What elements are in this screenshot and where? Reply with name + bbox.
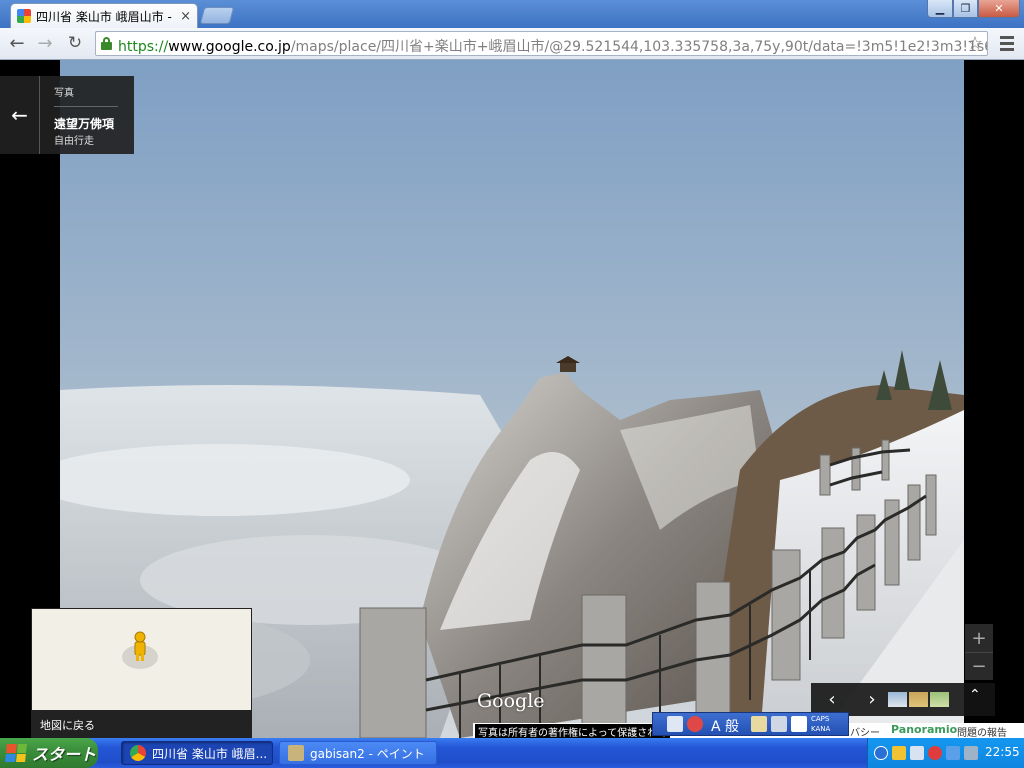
volume-icon[interactable] — [964, 746, 978, 760]
copyright-text: 写真は所有者の著作権によって保護されて — [475, 724, 670, 738]
new-tab-button[interactable] — [199, 7, 235, 24]
security-shield-icon[interactable] — [892, 746, 906, 760]
windows-taskbar: スタート 四川省 楽山市 峨眉... gabisan2 - ペイント 22:55 — [0, 738, 1024, 768]
caps-kana-indicator: CAPS KANA — [811, 715, 831, 733]
back-to-map-button[interactable]: 地図に戻る — [32, 710, 251, 737]
chrome-icon — [130, 745, 146, 761]
google-maps-favicon-icon — [17, 9, 31, 23]
privacy-link[interactable]: バシー — [850, 724, 880, 738]
tab-title: 四川省 楽山市 峨眉山市 - — [36, 9, 172, 24]
browser-tab-active[interactable]: 四川省 楽山市 峨眉山市 - × — [10, 3, 198, 28]
photo-thumbnail[interactable] — [930, 692, 949, 707]
taskbar-item-chrome[interactable]: 四川省 楽山市 峨眉... — [121, 741, 273, 765]
taskbar-item-label: gabisan2 - ペイント — [310, 746, 425, 761]
ime-pad-icon[interactable] — [771, 716, 787, 732]
google-logo: Google — [477, 690, 545, 712]
close-window-button[interactable]: ✕ — [978, 0, 1020, 18]
taskbar-item-paint[interactable]: gabisan2 - ペイント — [279, 741, 437, 765]
paint-icon — [288, 745, 304, 761]
photo-type-label: 写真 — [54, 88, 74, 99]
streetview-viewport[interactable]: ← 写真 遠望万佛項 自由行走 地図に戻る + − ‹ › ⌃ Google 写… — [0, 60, 1024, 738]
minimize-button[interactable]: ▁ — [927, 0, 953, 18]
chrome-menu-button[interactable] — [997, 33, 1017, 53]
info-divider — [54, 106, 118, 107]
photo-thumbnail[interactable] — [909, 692, 928, 707]
photo-thumbnail[interactable] — [888, 692, 907, 707]
ime-language-bar[interactable]: A 般 CAPS KANA — [652, 712, 849, 736]
start-label: スタート — [32, 745, 97, 764]
tab-close-icon[interactable]: × — [180, 9, 191, 24]
ime-tool-icon[interactable] — [751, 716, 767, 732]
zoom-out-button[interactable]: − — [965, 652, 993, 680]
photo-author[interactable]: 自由行走 — [54, 132, 94, 147]
windows-logo-icon — [5, 744, 27, 762]
reload-button[interactable]: ↻ — [64, 32, 86, 54]
input-mode-label[interactable]: A 般 — [711, 716, 739, 736]
keyboard-icon[interactable] — [667, 716, 683, 732]
zoom-in-button[interactable]: + — [965, 624, 993, 652]
back-arrow-icon[interactable]: ← — [0, 76, 40, 154]
photo-info-card: ← 写真 遠望万佛項 自由行走 — [0, 76, 134, 154]
system-tray: 22:55 — [867, 738, 1024, 768]
ime-status-icon[interactable] — [687, 716, 703, 732]
panoramio-logo[interactable]: Panoramio — [891, 723, 957, 736]
pegman-icon[interactable] — [32, 609, 251, 709]
alert-icon[interactable] — [928, 746, 942, 760]
bookmark-star-icon[interactable]: ☆ — [967, 33, 983, 54]
network-icon[interactable] — [910, 746, 924, 760]
browser-toolbar: ← → ↻ https://www.google.co.jp/maps/plac… — [0, 28, 1024, 60]
help-icon[interactable] — [791, 716, 807, 732]
taskbar-item-label: 四川省 楽山市 峨眉... — [152, 746, 268, 761]
clock[interactable]: 22:55 — [985, 745, 1020, 759]
address-bar[interactable]: https://www.google.co.jp/maps/place/四川省+… — [95, 31, 988, 56]
secure-lock-icon — [101, 37, 112, 50]
minimap[interactable]: 地図に戻る — [31, 608, 252, 738]
maximize-button[interactable]: ❐ — [953, 0, 978, 18]
antivirus-icon[interactable] — [946, 746, 960, 760]
back-button[interactable]: ← — [6, 32, 28, 54]
previous-photo-button[interactable]: ‹ — [821, 688, 843, 710]
address-url: https://www.google.co.jp/maps/place/四川省+… — [118, 39, 988, 55]
place-title[interactable]: 遠望万佛項 — [54, 115, 114, 132]
start-button[interactable]: スタート — [0, 738, 98, 768]
next-photo-button[interactable]: › — [861, 688, 883, 710]
expand-filmstrip-icon[interactable]: ⌃ — [969, 687, 981, 703]
tray-expand-icon[interactable] — [874, 746, 888, 760]
report-problem-link[interactable]: 問題の報告 — [957, 724, 1007, 738]
forward-button[interactable]: → — [34, 32, 56, 54]
browser-titlebar: 四川省 楽山市 峨眉山市 - × ▁ ❐ ✕ — [0, 0, 1024, 28]
